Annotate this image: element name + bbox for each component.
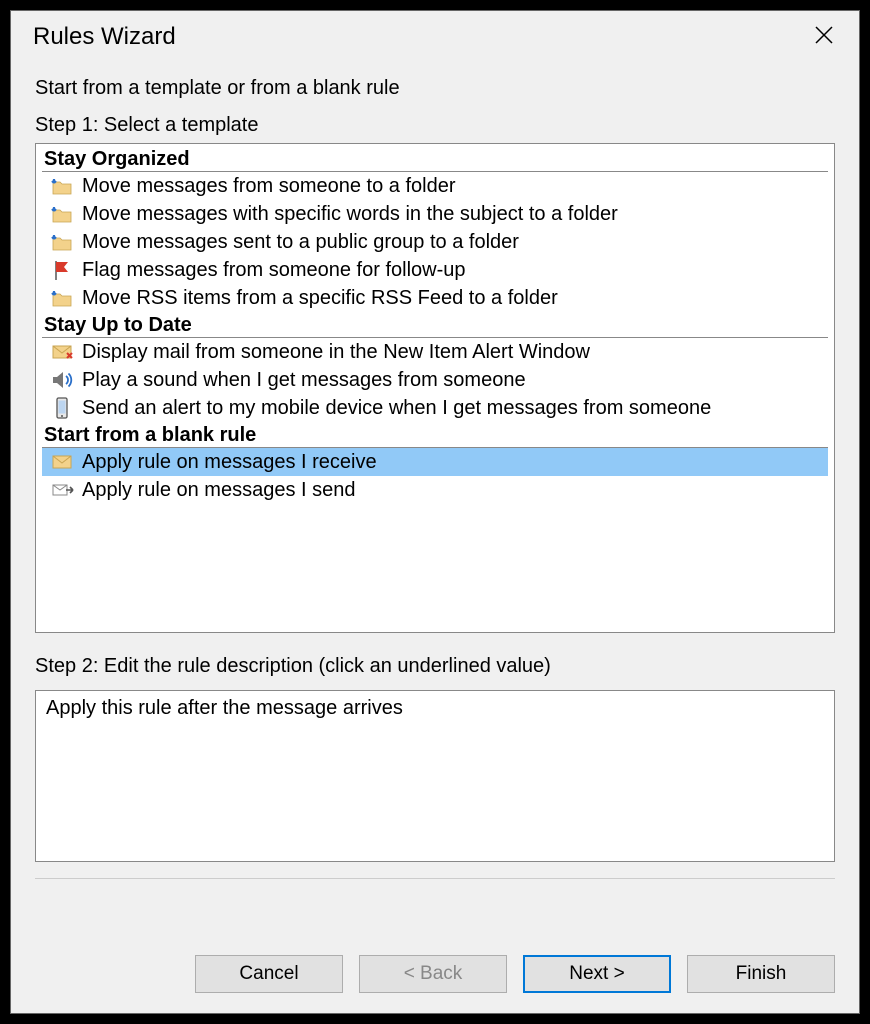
finish-button[interactable]: Finish — [687, 955, 835, 993]
template-item-label: Send an alert to my mobile device when I… — [82, 397, 711, 420]
template-item[interactable]: Move messages sent to a public group to … — [42, 228, 828, 256]
button-row: Cancel < Back Next > Finish — [11, 939, 859, 1013]
group-title: Stay Organized — [42, 147, 828, 172]
folder-move-icon — [50, 174, 74, 198]
template-item[interactable]: Play a sound when I get messages from so… — [42, 366, 828, 394]
folder-move-icon — [50, 286, 74, 310]
folder-move-icon — [50, 202, 74, 226]
divider — [35, 878, 835, 879]
close-icon[interactable] — [805, 21, 843, 53]
rule-description-text: Apply this rule after the message arrive… — [46, 697, 403, 719]
send-icon — [50, 478, 74, 502]
flag-icon — [50, 258, 74, 282]
template-item[interactable]: Send an alert to my mobile device when I… — [42, 394, 828, 422]
template-item[interactable]: Display mail from someone in the New Ite… — [42, 338, 828, 366]
template-item-label: Move RSS items from a specific RSS Feed … — [82, 287, 558, 310]
rule-description-box[interactable]: Apply this rule after the message arrive… — [35, 690, 835, 862]
template-item-label: Play a sound when I get messages from so… — [82, 369, 526, 392]
titlebar: Rules Wizard — [11, 11, 859, 59]
template-item-label: Flag messages from someone for follow-up — [82, 259, 466, 282]
mail-alert-icon — [50, 340, 74, 364]
cancel-button[interactable]: Cancel — [195, 955, 343, 993]
next-button[interactable]: Next > — [523, 955, 671, 993]
template-item[interactable]: Flag messages from someone for follow-up — [42, 256, 828, 284]
template-list: Stay Organized Move messages from someon… — [35, 143, 835, 633]
template-item[interactable]: Move messages with specific words in the… — [42, 200, 828, 228]
step1-label: Step 1: Select a template — [35, 114, 835, 137]
mobile-icon — [50, 396, 74, 420]
envelope-icon — [50, 450, 74, 474]
template-item-label: Move messages sent to a public group to … — [82, 231, 519, 254]
folder-move-icon — [50, 230, 74, 254]
intro-text: Start from a template or from a blank ru… — [35, 77, 835, 100]
back-button[interactable]: < Back — [359, 955, 507, 993]
rules-wizard-dialog: Rules Wizard Start from a template or fr… — [10, 10, 860, 1014]
template-item[interactable]: Move RSS items from a specific RSS Feed … — [42, 284, 828, 312]
template-item-label: Move messages with specific words in the… — [82, 203, 618, 226]
template-item-label: Apply rule on messages I receive — [82, 451, 377, 474]
template-item-label: Move messages from someone to a folder — [82, 175, 456, 198]
window-title: Rules Wizard — [33, 23, 176, 51]
group-title: Start from a blank rule — [42, 423, 828, 448]
template-item[interactable]: Move messages from someone to a folder — [42, 172, 828, 200]
group-title: Stay Up to Date — [42, 313, 828, 338]
template-item[interactable]: Apply rule on messages I send — [42, 476, 828, 504]
step2-label: Step 2: Edit the rule description (click… — [35, 655, 835, 678]
sound-icon — [50, 368, 74, 392]
template-item-label: Display mail from someone in the New Ite… — [82, 341, 590, 364]
template-item-label: Apply rule on messages I send — [82, 479, 356, 502]
template-item[interactable]: Apply rule on messages I receive — [42, 448, 828, 476]
